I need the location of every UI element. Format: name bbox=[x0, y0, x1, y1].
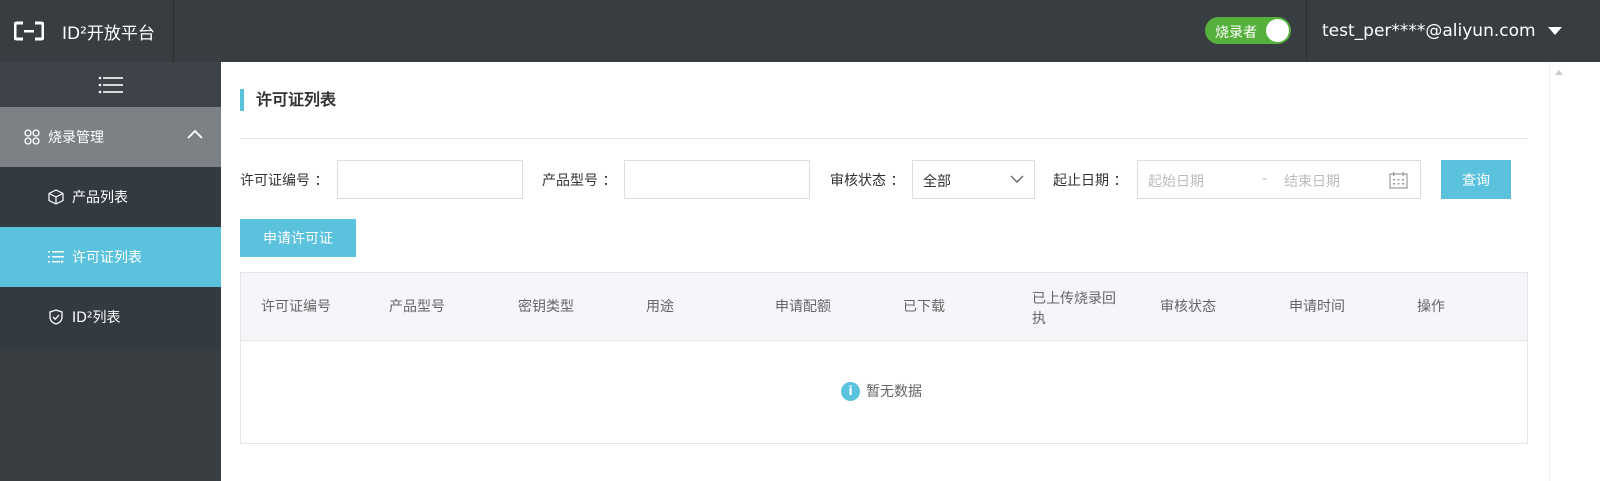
column-header: 申请时间 bbox=[1289, 299, 1345, 315]
column-header: 已上传烧录回执 bbox=[1032, 291, 1116, 327]
caret-down-icon bbox=[1547, 27, 1562, 35]
role-toggle-label: 烧录者 bbox=[1215, 25, 1257, 41]
license-table: 许可证编号 产品型号 密钥类型 用途 申请配额 已下载 已上传烧录回执 审核状态… bbox=[240, 272, 1528, 444]
menu-icon bbox=[98, 76, 123, 93]
license-no-input[interactable] bbox=[337, 160, 523, 199]
toggle-knob bbox=[1266, 19, 1289, 42]
aliyun-logo-icon bbox=[14, 21, 44, 41]
info-icon: i bbox=[841, 381, 860, 401]
cube-icon bbox=[48, 189, 64, 205]
sidebar: 烧录管理 产品列表 许可证列表 ID²列表 bbox=[0, 62, 221, 481]
date-range-picker[interactable]: 起始日期 - 结束日期 bbox=[1137, 160, 1421, 199]
empty-state: i 暂无数据 bbox=[841, 381, 922, 401]
product-model-label: 产品型号 ： bbox=[542, 173, 617, 189]
product-model-input[interactable] bbox=[624, 160, 810, 199]
end-date-placeholder[interactable]: 结束日期 bbox=[1284, 171, 1340, 191]
main-content: 许可证列表 许可证编号 ： 产品型号 ： 审核状态 ： 全部 起止日期 ： 起始… bbox=[221, 62, 1549, 481]
user-menu[interactable]: test_per****@aliyun.com bbox=[1306, 0, 1600, 62]
sidebar-item-label: ID²列表 bbox=[72, 310, 121, 326]
column-header: 已下载 bbox=[903, 299, 945, 315]
list-icon bbox=[48, 251, 64, 264]
chevron-up-icon bbox=[187, 129, 203, 139]
sidebar-item-label: 许可证列表 bbox=[72, 250, 142, 266]
calendar-icon bbox=[1389, 172, 1408, 189]
page-scrollbar[interactable] bbox=[1549, 62, 1568, 481]
sidebar-group-burn-management[interactable]: 烧录管理 bbox=[0, 107, 221, 167]
date-range-label: 起止日期 ： bbox=[1053, 173, 1128, 189]
logo-area[interactable]: ID²开放平台 bbox=[0, 0, 174, 62]
sidebar-item-id2-list[interactable]: ID²列表 bbox=[0, 287, 221, 347]
shield-check-icon bbox=[49, 309, 63, 325]
empty-text: 暂无数据 bbox=[866, 384, 922, 400]
column-header: 申请配额 bbox=[775, 299, 831, 315]
sidebar-group-label: 烧录管理 bbox=[48, 130, 104, 146]
chevron-down-icon bbox=[1010, 175, 1024, 183]
column-header: 许可证编号 bbox=[261, 299, 331, 315]
column-header: 产品型号 bbox=[389, 299, 445, 315]
title-divider bbox=[240, 138, 1528, 139]
page-title: 许可证列表 bbox=[240, 89, 336, 111]
sidebar-item-product-list[interactable]: 产品列表 bbox=[0, 167, 221, 227]
apply-license-button[interactable]: 申请许可证 bbox=[240, 219, 356, 257]
user-email: test_per****@aliyun.com bbox=[1322, 21, 1536, 41]
start-date-placeholder[interactable]: 起始日期 bbox=[1148, 171, 1204, 191]
scroll-up-arrow-icon[interactable] bbox=[1555, 70, 1563, 75]
column-header: 审核状态 bbox=[1160, 299, 1216, 315]
review-status-label: 审核状态 ： bbox=[830, 173, 905, 189]
column-header: 密钥类型 bbox=[518, 299, 574, 315]
license-no-label: 许可证编号 ： bbox=[240, 173, 329, 189]
sidebar-item-label: 产品列表 bbox=[72, 190, 128, 206]
column-header: 用途 bbox=[646, 299, 674, 315]
query-button[interactable]: 查询 bbox=[1441, 160, 1511, 199]
review-status-select[interactable]: 全部 bbox=[912, 160, 1035, 199]
date-separator: - bbox=[1262, 171, 1268, 187]
sidebar-collapse-toggle[interactable] bbox=[0, 62, 221, 107]
top-bar: ID²开放平台 烧录者 test_per****@aliyun.com bbox=[0, 0, 1600, 62]
role-toggle[interactable]: 烧录者 bbox=[1205, 17, 1291, 44]
grid-icon bbox=[24, 129, 40, 145]
review-status-value: 全部 bbox=[923, 174, 951, 190]
table-header: 许可证编号 产品型号 密钥类型 用途 申请配额 已下载 已上传烧录回执 审核状态… bbox=[241, 273, 1527, 341]
platform-title: ID²开放平台 bbox=[62, 23, 155, 44]
page-edge bbox=[1568, 62, 1600, 481]
column-header: 操作 bbox=[1417, 299, 1445, 315]
sidebar-item-license-list[interactable]: 许可证列表 bbox=[0, 227, 221, 287]
